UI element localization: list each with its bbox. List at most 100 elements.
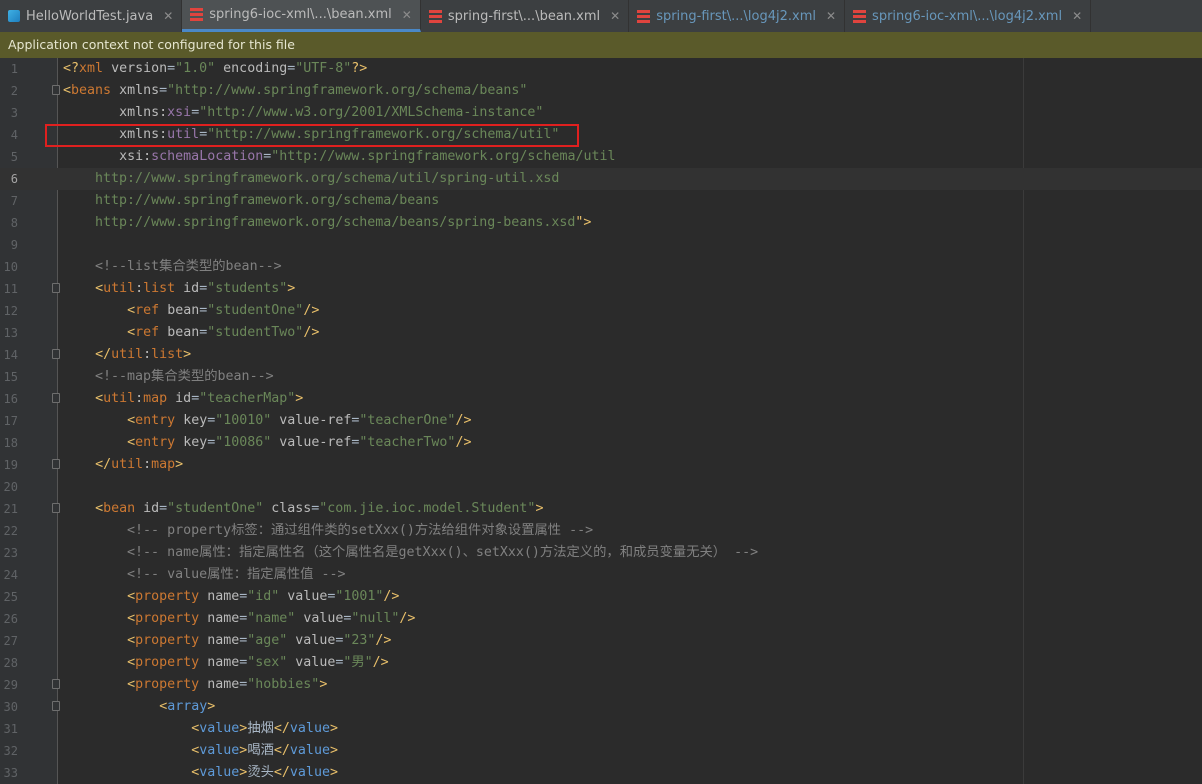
code-line[interactable]: 5 xsi:schemaLocation="http://www.springf… — [0, 146, 1202, 168]
code-line[interactable]: 30 <array> — [0, 696, 1202, 718]
code-line[interactable]: 19 </util:map> — [0, 454, 1202, 476]
line-number: 17 — [3, 414, 18, 428]
close-tab-icon[interactable]: ✕ — [610, 9, 620, 23]
code-text: <entry key="10086" value-ref="teacherTwo… — [127, 435, 472, 450]
code-line[interactable]: 28 <property name="sex" value="男"/> — [0, 652, 1202, 674]
code-line[interactable]: 15 <!--map集合类型的bean--> — [0, 366, 1202, 388]
code-text: <?xml version="1.0" encoding="UTF-8"?> — [63, 61, 368, 76]
code-line[interactable]: 9 — [0, 234, 1202, 256]
editor-tab[interactable]: spring-first\...\bean.xml ✕ — [421, 0, 630, 32]
line-number: 5 — [10, 150, 18, 164]
code-line[interactable]: 11 <util:list id="students"> — [0, 278, 1202, 300]
line-number: 7 — [10, 194, 18, 208]
line-number: 28 — [3, 656, 18, 670]
code-line[interactable]: 10 <!--list集合类型的bean--> — [0, 256, 1202, 278]
code-line[interactable]: 18 <entry key="10086" value-ref="teacher… — [0, 432, 1202, 454]
xml-file-icon — [428, 9, 442, 23]
code-line[interactable]: 27 <property name="age" value="23"/> — [0, 630, 1202, 652]
line-number: 16 — [3, 392, 18, 406]
highlight-annotation-box — [45, 124, 579, 147]
code-line[interactable]: 2 <beans xmlns="http://www.springframewor… — [0, 80, 1202, 102]
code-text: <ref bean="studentTwo"/> — [127, 325, 320, 340]
code-text: <!-- value属性：指定属性值 --> — [63, 567, 346, 582]
code-line[interactable]: 12 <ref bean="studentOne"/> — [0, 300, 1202, 322]
close-tab-icon[interactable]: ✕ — [163, 9, 173, 23]
fold-toggle-icon[interactable] — [52, 349, 60, 359]
code-line[interactable]: 24 <!-- value属性：指定属性值 --> — [0, 564, 1202, 586]
line-number: 33 — [3, 766, 18, 780]
line-number: 3 — [10, 106, 18, 120]
fold-toggle-icon[interactable] — [52, 85, 60, 95]
code-line[interactable]: 26 <property name="name" value="null"/> — [0, 608, 1202, 630]
code-line[interactable]: 22 <!-- property标签：通过组件类的setXxx()方法给组件对象… — [0, 520, 1202, 542]
editor-tab[interactable]: spring6-ioc-xml\...\bean.xml ✕ — [182, 0, 421, 32]
close-tab-icon[interactable]: ✕ — [826, 9, 836, 23]
code-line[interactable]: 25 <property name="id" value="1001"/> — [0, 586, 1202, 608]
fold-toggle-icon[interactable] — [52, 679, 60, 689]
line-number: 26 — [3, 612, 18, 626]
code-text: <property name="id" value="1001"/> — [127, 589, 400, 604]
code-line[interactable]: 8 http://www.springframework.org/schema/… — [0, 212, 1202, 234]
line-number: 2 — [10, 84, 18, 98]
code-line[interactable]: 32 <value>喝酒</value> — [0, 740, 1202, 762]
line-number: 9 — [10, 238, 18, 252]
line-number: 19 — [3, 458, 18, 472]
line-number: 25 — [3, 590, 18, 604]
code-text: <util:map id="teacherMap"> — [95, 391, 304, 406]
line-number: 31 — [3, 722, 18, 736]
editor-tab-bar: HelloWorldTest.java ✕ spring6-ioc-xml\...\… — [0, 0, 1202, 33]
editor-tab[interactable]: HelloWorldTest.java ✕ — [0, 0, 183, 32]
code-editor[interactable]: 1 <?xml version="1.0" encoding="UTF-8"?> 2… — [0, 58, 1202, 784]
code-line[interactable]: 13 <ref bean="studentTwo"/> — [0, 322, 1202, 344]
line-number: 11 — [3, 282, 18, 296]
code-line[interactable]: 16 <util:map id="teacherMap"> — [0, 388, 1202, 410]
line-number: 24 — [3, 568, 18, 582]
code-line[interactable]: 33 <value>烫头</value> — [0, 762, 1202, 784]
code-text: <beans xmlns="http://www.springframework… — [63, 83, 528, 98]
code-line[interactable]: 29 <property name="hobbies"> — [0, 674, 1202, 696]
line-number: 1 — [10, 62, 18, 76]
code-line[interactable]: 23 <!-- name属性：指定属性名（这个属性名是getXxx()、setX… — [0, 542, 1202, 564]
close-tab-icon[interactable]: ✕ — [402, 8, 412, 22]
code-line[interactable]: 20 — [0, 476, 1202, 498]
editor-tab[interactable]: spring6-ioc-xml\...\log4j2.xml ✕ — [845, 0, 1092, 32]
editor-tab[interactable]: spring-first\...\log4j2.xml ✕ — [629, 0, 846, 32]
line-number: 18 — [3, 436, 18, 450]
code-text: <ref bean="studentOne"/> — [127, 303, 320, 318]
code-text: <bean id="studentOne" class="com.jie.ioc… — [95, 501, 544, 516]
code-line[interactable]: 31 <value>抽烟</value> — [0, 718, 1202, 740]
code-line[interactable]: 6 http://www.springframework.org/schema/… — [0, 168, 1202, 190]
code-text: </util:list> — [95, 347, 192, 362]
code-text: <!--list集合类型的bean--> — [63, 259, 282, 274]
code-text: <entry key="10010" value-ref="teacherOne… — [127, 413, 472, 428]
code-text: <value>喝酒</value> — [191, 743, 338, 758]
code-line[interactable]: 7 http://www.springframework.org/schema/… — [0, 190, 1202, 212]
code-text: xsi:schemaLocation="http://www.springfra… — [119, 149, 616, 164]
code-line[interactable]: 1 <?xml version="1.0" encoding="UTF-8"?> — [0, 58, 1202, 80]
fold-toggle-icon[interactable] — [52, 283, 60, 293]
code-text: http://www.springframework.org/schema/be… — [95, 215, 592, 230]
code-text: <value>烫头</value> — [191, 765, 338, 780]
code-text: <!-- name属性：指定属性名（这个属性名是getXxx()、setXxx(… — [63, 545, 759, 560]
fold-toggle-icon[interactable] — [52, 503, 60, 513]
code-text: <util:list id="students"> — [95, 281, 296, 296]
close-tab-icon[interactable]: ✕ — [1072, 9, 1082, 23]
code-text: <!--map集合类型的bean--> — [63, 369, 274, 384]
fold-toggle-icon[interactable] — [52, 701, 60, 711]
line-number: 15 — [3, 370, 18, 384]
code-line[interactable]: 17 <entry key="10010" value-ref="teacher… — [0, 410, 1202, 432]
line-number: 30 — [3, 700, 18, 714]
code-line[interactable]: 14 </util:list> — [0, 344, 1202, 366]
tab-label: spring-first\...\bean.xml — [447, 8, 601, 24]
tab-label: spring-first\...\log4j2.xml — [656, 8, 816, 24]
code-text: <property name="name" value="null"/> — [127, 611, 416, 626]
line-number: 32 — [3, 744, 18, 758]
code-text: <!-- property标签：通过组件类的setXxx()方法给组件对象设置属… — [63, 523, 594, 538]
line-number: 22 — [3, 524, 18, 538]
code-text: http://www.springframework.org/schema/be… — [95, 193, 440, 208]
code-line[interactable]: 3 xmlns:xsi="http://www.w3.org/2001/XMLS… — [0, 102, 1202, 124]
fold-toggle-icon[interactable] — [52, 393, 60, 403]
code-line[interactable]: 21 <bean id="studentOne" class="com.jie.… — [0, 498, 1202, 520]
fold-toggle-icon[interactable] — [52, 459, 60, 469]
code-text: <array> — [159, 699, 216, 714]
